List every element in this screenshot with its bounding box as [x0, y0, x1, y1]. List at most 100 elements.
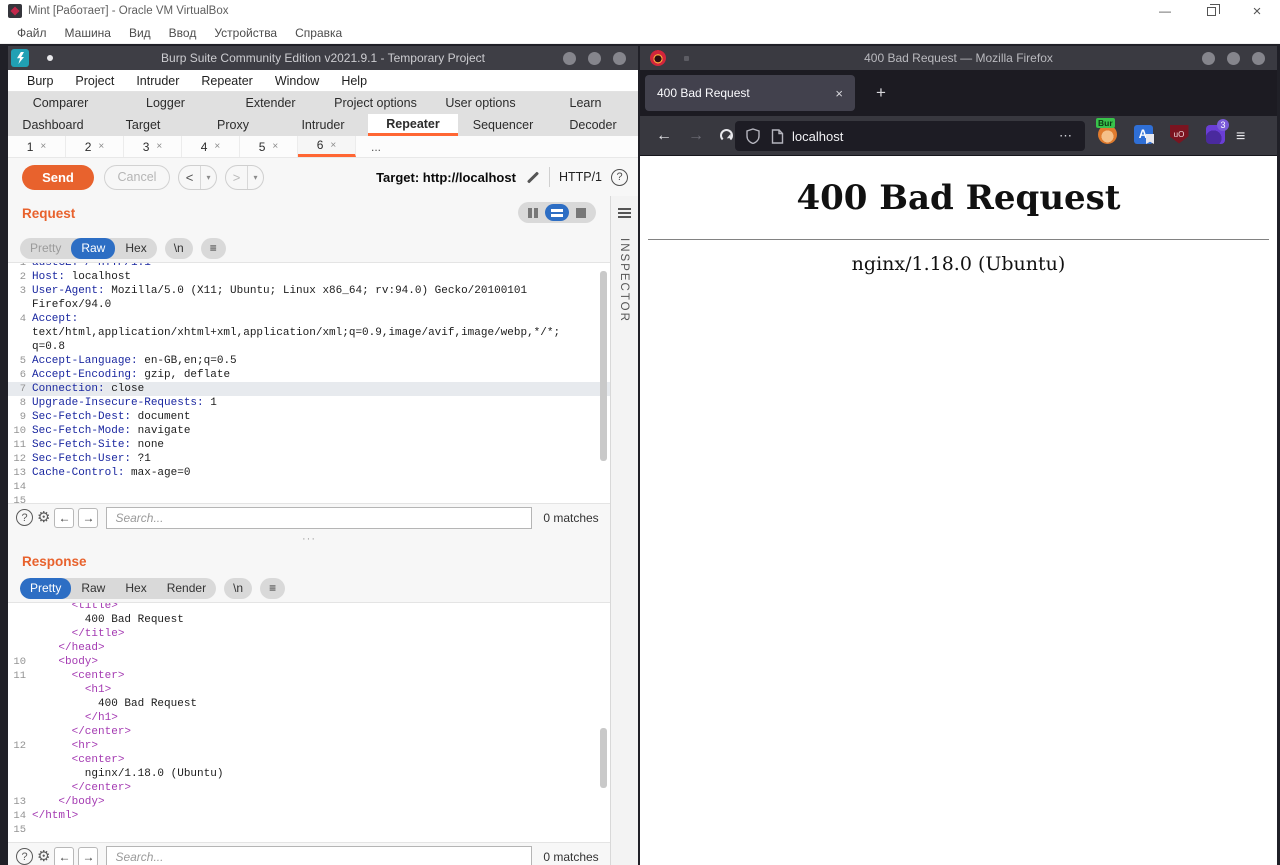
response-search-input[interactable] [106, 846, 532, 865]
request-line[interactable]: q=0.8 [8, 340, 610, 354]
tab-close-icon[interactable]: × [98, 141, 104, 152]
request-scrollbar[interactable] [600, 271, 607, 461]
foxyproxy-badge-extension-icon[interactable]: 3 [1203, 122, 1227, 146]
editor-menu-button[interactable]: ≡ [260, 578, 285, 599]
request-line[interactable]: text/html,application/xhtml+xml,applicat… [8, 326, 610, 340]
window-control-circle[interactable] [1227, 52, 1240, 65]
close-button[interactable]: × [1234, 0, 1280, 22]
burp-menu-item-project[interactable]: Project [64, 74, 125, 88]
format-tab-hex[interactable]: Hex [115, 578, 156, 599]
host-menu-item--[interactable]: Справка [286, 22, 351, 43]
burp-menu-item-burp[interactable]: Burp [16, 74, 64, 88]
request-line[interactable]: 5Accept-Language: en-GB,en;q=0.5 [8, 354, 610, 368]
request-line[interactable]: 2Host: localhost [8, 270, 610, 284]
window-control-circle[interactable] [613, 52, 626, 65]
tab-learn[interactable]: Learn [533, 92, 638, 114]
foxyproxy-extension-icon[interactable]: Bur [1095, 122, 1119, 146]
page-actions-icon[interactable]: ⋯ [1059, 128, 1073, 144]
tab-close-icon[interactable]: × [214, 141, 220, 152]
help-icon[interactable]: ? [16, 848, 33, 865]
host-menu-item--[interactable]: Ввод [160, 22, 206, 43]
history-forward-icon[interactable]: > [226, 166, 248, 189]
tab-close-icon[interactable]: × [156, 141, 162, 152]
restore-button[interactable] [1188, 0, 1234, 22]
window-control-circle[interactable] [563, 52, 576, 65]
tab-user-options[interactable]: User options [428, 92, 533, 114]
repeater-overflow-tab[interactable]: ... [356, 136, 396, 157]
inspector-label[interactable]: INSPECTOR [618, 238, 630, 323]
response-line[interactable]: 400 Bad Request [8, 613, 610, 627]
translate-extension-icon[interactable]: A [1131, 122, 1155, 146]
request-line[interactable]: 7Connection: close [8, 382, 610, 396]
new-tab-button[interactable]: + [868, 80, 894, 106]
reload-button[interactable] [720, 129, 733, 142]
tab-close-icon[interactable]: × [330, 140, 336, 151]
response-line[interactable]: 12 <hr> [8, 739, 610, 753]
response-line[interactable]: 10 <body> [8, 655, 610, 669]
response-line[interactable]: </center> [8, 725, 610, 739]
burp-titlebar[interactable]: Burp Suite Community Edition v2021.9.1 -… [8, 46, 638, 70]
repeater-tab-5[interactable]: 5× [240, 136, 298, 157]
request-line[interactable]: 12Sec-Fetch-User: ?1 [8, 452, 610, 466]
url-text[interactable]: localhost [792, 129, 1059, 144]
repeater-tab-6[interactable]: 6× [298, 136, 356, 157]
panel-splitter[interactable]: ··· [8, 531, 610, 546]
response-editor[interactable]: <title> 400 Bad Request </title> </head>… [8, 602, 610, 843]
forward-button[interactable]: → [688, 127, 704, 145]
request-line[interactable]: 14 [8, 480, 610, 494]
inspector-panel[interactable]: INSPECTOR [610, 196, 638, 865]
host-menu-item--[interactable]: Файл [8, 22, 56, 43]
format-tab-hex[interactable]: Hex [115, 238, 156, 259]
back-button[interactable]: ← [656, 127, 672, 145]
response-line[interactable]: 400 Bad Request [8, 697, 610, 711]
chevron-down-icon[interactable]: ▾ [201, 166, 216, 189]
help-icon[interactable]: ? [611, 169, 628, 186]
editor-menu-button[interactable]: ≡ [201, 238, 226, 259]
request-line[interactable]: 4Accept: [8, 312, 610, 326]
request-editor[interactable]: 1austGET / HTTP/1.12Host: localhost3User… [8, 262, 610, 504]
tab-logger[interactable]: Logger [113, 92, 218, 114]
history-back-button[interactable]: < ▾ [178, 165, 217, 190]
response-line[interactable]: nginx/1.18.0 (Ubuntu) [8, 767, 610, 781]
repeater-tab-4[interactable]: 4× [182, 136, 240, 157]
response-line[interactable]: 11 <center> [8, 669, 610, 683]
tab-repeater[interactable]: Repeater [368, 114, 458, 136]
request-line[interactable]: 3User-Agent: Mozilla/5.0 (X11; Ubuntu; L… [8, 284, 610, 298]
response-line[interactable]: </h1> [8, 711, 610, 725]
minimize-button[interactable]: — [1142, 0, 1188, 22]
shield-icon[interactable] [746, 128, 760, 144]
newline-toggle-button[interactable]: \n [165, 238, 193, 259]
window-control-circle[interactable] [1252, 52, 1265, 65]
burp-menu-item-window[interactable]: Window [264, 74, 330, 88]
request-line[interactable]: 10Sec-Fetch-Mode: navigate [8, 424, 610, 438]
tab-close-icon[interactable]: × [40, 141, 46, 152]
firefox-window-controls[interactable] [1202, 52, 1265, 65]
tab-extender[interactable]: Extender [218, 92, 323, 114]
request-line[interactable]: 11Sec-Fetch-Site: none [8, 438, 610, 452]
response-line[interactable]: 15 [8, 823, 610, 837]
format-tab-pretty[interactable]: Pretty [20, 578, 71, 599]
inspector-collapse-icon[interactable] [618, 208, 631, 210]
response-line[interactable]: 13 </body> [8, 795, 610, 809]
hamburger-menu-icon[interactable]: ≡ [1236, 128, 1245, 146]
request-line[interactable]: 15 [8, 494, 610, 504]
host-menu-item--[interactable]: Машина [56, 22, 120, 43]
format-tab-raw[interactable]: Raw [71, 238, 115, 259]
repeater-tab-2[interactable]: 2× [66, 136, 124, 157]
page-icon[interactable] [771, 129, 784, 144]
response-line[interactable]: <h1> [8, 683, 610, 697]
firefox-titlebar[interactable]: 400 Bad Request — Mozilla Firefox [640, 46, 1277, 70]
help-icon[interactable]: ? [16, 509, 33, 526]
browser-tab[interactable]: 400 Bad Request × [645, 75, 855, 111]
request-line[interactable]: Firefox/94.0 [8, 298, 610, 312]
request-line[interactable]: 9Sec-Fetch-Dest: document [8, 410, 610, 424]
search-next-button[interactable]: → [78, 847, 98, 865]
response-line[interactable]: </title> [8, 627, 610, 641]
view-single-button[interactable] [569, 204, 593, 221]
search-prev-button[interactable]: ← [54, 847, 74, 865]
burp-window-controls[interactable] [563, 52, 626, 65]
tab-project-options[interactable]: Project options [323, 92, 428, 114]
ublock-origin-extension-icon[interactable]: uO [1167, 122, 1191, 146]
format-tab-raw[interactable]: Raw [71, 578, 115, 599]
host-menu-item--[interactable]: Вид [120, 22, 160, 43]
